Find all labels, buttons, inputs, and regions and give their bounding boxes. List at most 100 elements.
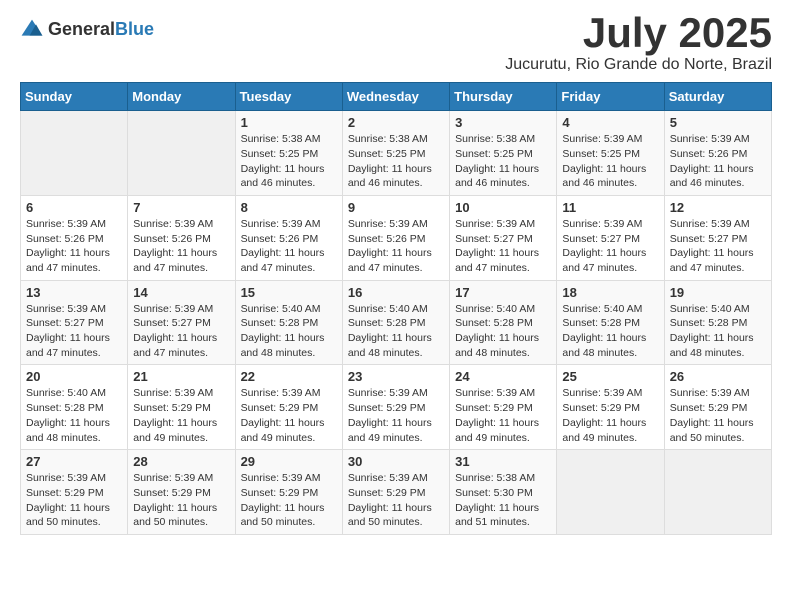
weekday-header: Monday <box>128 83 235 111</box>
day-info: Sunrise: 5:39 AM Sunset: 5:29 PM Dayligh… <box>670 386 766 445</box>
day-info: Sunrise: 5:39 AM Sunset: 5:27 PM Dayligh… <box>455 217 551 276</box>
calendar-week-row: 13 Sunrise: 5:39 AM Sunset: 5:27 PM Dayli… <box>21 280 772 365</box>
calendar-cell: 15 Sunrise: 5:40 AM Sunset: 5:28 PM Dayli… <box>235 280 342 365</box>
day-number: 6 <box>26 200 122 215</box>
day-number: 8 <box>241 200 337 215</box>
day-number: 12 <box>670 200 766 215</box>
day-number: 10 <box>455 200 551 215</box>
calendar-cell: 6 Sunrise: 5:39 AM Sunset: 5:26 PM Daylig… <box>21 195 128 280</box>
calendar-cell: 14 Sunrise: 5:39 AM Sunset: 5:27 PM Dayli… <box>128 280 235 365</box>
logo-text: GeneralBlue <box>48 20 154 40</box>
day-number: 24 <box>455 369 551 384</box>
day-info: Sunrise: 5:40 AM Sunset: 5:28 PM Dayligh… <box>562 302 658 361</box>
calendar-cell: 8 Sunrise: 5:39 AM Sunset: 5:26 PM Daylig… <box>235 195 342 280</box>
day-number: 25 <box>562 369 658 384</box>
calendar-cell: 25 Sunrise: 5:39 AM Sunset: 5:29 PM Dayli… <box>557 365 664 450</box>
logo-blue: Blue <box>115 19 154 39</box>
weekday-header: Sunday <box>21 83 128 111</box>
day-info: Sunrise: 5:39 AM Sunset: 5:25 PM Dayligh… <box>562 132 658 191</box>
calendar-cell: 28 Sunrise: 5:39 AM Sunset: 5:29 PM Dayli… <box>128 450 235 535</box>
location-title: Jucurutu, Rio Grande do Norte, Brazil <box>505 56 772 74</box>
page-header: GeneralBlue July 2025 Jucurutu, Rio Gran… <box>20 10 772 74</box>
day-number: 22 <box>241 369 337 384</box>
calendar-cell: 12 Sunrise: 5:39 AM Sunset: 5:27 PM Dayli… <box>664 195 771 280</box>
weekday-header: Wednesday <box>342 83 449 111</box>
day-number: 14 <box>133 285 229 300</box>
day-number: 18 <box>562 285 658 300</box>
day-info: Sunrise: 5:39 AM Sunset: 5:29 PM Dayligh… <box>348 471 444 530</box>
day-info: Sunrise: 5:39 AM Sunset: 5:27 PM Dayligh… <box>133 302 229 361</box>
day-info: Sunrise: 5:38 AM Sunset: 5:25 PM Dayligh… <box>455 132 551 191</box>
day-number: 20 <box>26 369 122 384</box>
logo-icon <box>20 18 44 42</box>
month-title: July 2025 <box>505 10 772 56</box>
calendar-cell: 31 Sunrise: 5:38 AM Sunset: 5:30 PM Dayli… <box>450 450 557 535</box>
day-info: Sunrise: 5:40 AM Sunset: 5:28 PM Dayligh… <box>348 302 444 361</box>
calendar-week-row: 1Sunrise: 5:38 AM Sunset: 5:25 PM Daylig… <box>21 111 772 196</box>
day-number: 3 <box>455 115 551 130</box>
calendar-cell: 19Sunrise: 5:40 AM Sunset: 5:28 PM Dayli… <box>664 280 771 365</box>
day-info: Sunrise: 5:38 AM Sunset: 5:30 PM Dayligh… <box>455 471 551 530</box>
day-info: Sunrise: 5:39 AM Sunset: 5:29 PM Dayligh… <box>455 386 551 445</box>
day-info: Sunrise: 5:39 AM Sunset: 5:29 PM Dayligh… <box>26 471 122 530</box>
calendar-cell <box>557 450 664 535</box>
calendar-cell <box>128 111 235 196</box>
weekday-header: Friday <box>557 83 664 111</box>
title-block: July 2025 Jucurutu, Rio Grande do Norte,… <box>505 10 772 74</box>
day-number: 2 <box>348 115 444 130</box>
calendar-cell: 5Sunrise: 5:39 AM Sunset: 5:26 PM Daylig… <box>664 111 771 196</box>
day-number: 13 <box>26 285 122 300</box>
day-number: 15 <box>241 285 337 300</box>
day-number: 27 <box>26 454 122 469</box>
day-info: Sunrise: 5:39 AM Sunset: 5:29 PM Dayligh… <box>133 471 229 530</box>
calendar-week-row: 20Sunrise: 5:40 AM Sunset: 5:28 PM Dayli… <box>21 365 772 450</box>
calendar-cell: 13 Sunrise: 5:39 AM Sunset: 5:27 PM Dayli… <box>21 280 128 365</box>
day-info: Sunrise: 5:39 AM Sunset: 5:26 PM Dayligh… <box>241 217 337 276</box>
day-info: Sunrise: 5:39 AM Sunset: 5:29 PM Dayligh… <box>348 386 444 445</box>
day-number: 30 <box>348 454 444 469</box>
day-info: Sunrise: 5:40 AM Sunset: 5:28 PM Dayligh… <box>241 302 337 361</box>
calendar-cell: 7 Sunrise: 5:39 AM Sunset: 5:26 PM Daylig… <box>128 195 235 280</box>
calendar-cell: 24 Sunrise: 5:39 AM Sunset: 5:29 PM Dayli… <box>450 365 557 450</box>
day-info: Sunrise: 5:39 AM Sunset: 5:26 PM Dayligh… <box>26 217 122 276</box>
day-info: Sunrise: 5:39 AM Sunset: 5:26 PM Dayligh… <box>670 132 766 191</box>
day-info: Sunrise: 5:39 AM Sunset: 5:27 PM Dayligh… <box>670 217 766 276</box>
day-number: 16 <box>348 285 444 300</box>
day-info: Sunrise: 5:39 AM Sunset: 5:27 PM Dayligh… <box>562 217 658 276</box>
day-number: 23 <box>348 369 444 384</box>
weekday-header: Saturday <box>664 83 771 111</box>
calendar-week-row: 27 Sunrise: 5:39 AM Sunset: 5:29 PM Dayli… <box>21 450 772 535</box>
day-info: Sunrise: 5:39 AM Sunset: 5:29 PM Dayligh… <box>562 386 658 445</box>
weekday-header: Thursday <box>450 83 557 111</box>
calendar-cell: 17Sunrise: 5:40 AM Sunset: 5:28 PM Dayli… <box>450 280 557 365</box>
day-number: 19 <box>670 285 766 300</box>
calendar-cell: 27 Sunrise: 5:39 AM Sunset: 5:29 PM Dayli… <box>21 450 128 535</box>
day-info: Sunrise: 5:39 AM Sunset: 5:29 PM Dayligh… <box>133 386 229 445</box>
day-number: 9 <box>348 200 444 215</box>
calendar-cell <box>664 450 771 535</box>
logo: GeneralBlue <box>20 18 154 42</box>
day-info: Sunrise: 5:39 AM Sunset: 5:26 PM Dayligh… <box>133 217 229 276</box>
day-number: 17 <box>455 285 551 300</box>
day-info: Sunrise: 5:39 AM Sunset: 5:27 PM Dayligh… <box>26 302 122 361</box>
day-number: 31 <box>455 454 551 469</box>
calendar-cell: 11 Sunrise: 5:39 AM Sunset: 5:27 PM Dayli… <box>557 195 664 280</box>
calendar-cell: 9 Sunrise: 5:39 AM Sunset: 5:26 PM Daylig… <box>342 195 449 280</box>
day-info: Sunrise: 5:38 AM Sunset: 5:25 PM Dayligh… <box>241 132 337 191</box>
calendar-week-row: 6 Sunrise: 5:39 AM Sunset: 5:26 PM Daylig… <box>21 195 772 280</box>
day-number: 7 <box>133 200 229 215</box>
weekday-header: Tuesday <box>235 83 342 111</box>
calendar-cell: 26Sunrise: 5:39 AM Sunset: 5:29 PM Dayli… <box>664 365 771 450</box>
calendar-cell: 16 Sunrise: 5:40 AM Sunset: 5:28 PM Dayli… <box>342 280 449 365</box>
calendar-cell: 18 Sunrise: 5:40 AM Sunset: 5:28 PM Dayli… <box>557 280 664 365</box>
day-info: Sunrise: 5:39 AM Sunset: 5:26 PM Dayligh… <box>348 217 444 276</box>
calendar-cell: 3 Sunrise: 5:38 AM Sunset: 5:25 PM Daylig… <box>450 111 557 196</box>
day-number: 21 <box>133 369 229 384</box>
day-number: 11 <box>562 200 658 215</box>
calendar-cell: 10 Sunrise: 5:39 AM Sunset: 5:27 PM Dayli… <box>450 195 557 280</box>
calendar-cell: 20Sunrise: 5:40 AM Sunset: 5:28 PM Dayli… <box>21 365 128 450</box>
day-number: 28 <box>133 454 229 469</box>
calendar-cell: 21 Sunrise: 5:39 AM Sunset: 5:29 PM Dayli… <box>128 365 235 450</box>
calendar-table: SundayMondayTuesdayWednesdayThursdayFrid… <box>20 82 772 535</box>
day-number: 29 <box>241 454 337 469</box>
